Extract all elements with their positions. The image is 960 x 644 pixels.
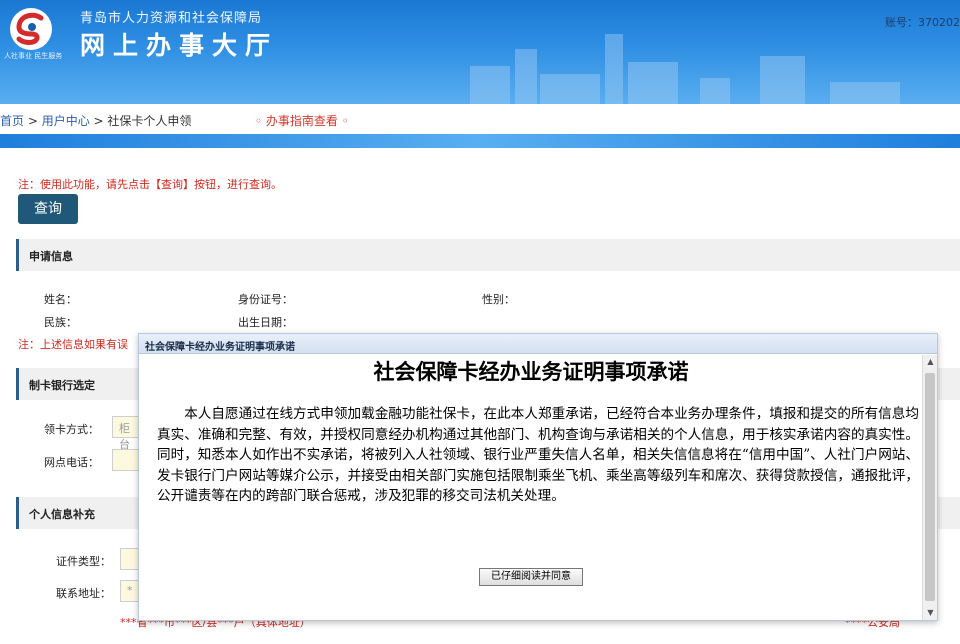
doc-type-label: 证件类型： xyxy=(56,555,111,568)
breadcrumb-home-link[interactable]: 首页 xyxy=(0,114,24,128)
section-title: 个人信息补充 xyxy=(29,508,95,521)
birth-date-label: 出生日期： xyxy=(238,316,293,329)
query-note: 注：使用此功能，请先点击【查询】按钮，进行查询。 xyxy=(18,178,282,191)
scroll-up-arrow-icon[interactable]: ▲ xyxy=(923,355,938,369)
info-error-note: 注：上述信息如果有误 xyxy=(18,338,128,351)
skyline-decoration xyxy=(540,74,600,104)
gender-label: 性别： xyxy=(482,293,515,306)
dialog-heading: 社会保障卡经办业务证明事项承诺 xyxy=(373,359,689,384)
breadcrumb-trail: 首页 > 用户中心 > 社保卡个人申领 xyxy=(0,112,191,129)
guide-link[interactable]: ◦ 办事指南查看 ◦ xyxy=(255,112,349,129)
section-title: 申请信息 xyxy=(29,250,73,263)
breadcrumb-separator: > xyxy=(89,114,108,128)
skyline-decoration xyxy=(830,82,900,104)
scrollbar-thumb[interactable] xyxy=(925,373,935,601)
commitment-dialog: 社会保障卡经办业务证明事项承诺 社会保障卡经办业务证明事项承诺 本人自愿通过在线… xyxy=(138,333,938,621)
commitment-text: 本人自愿通过在线方式申领加载金融功能社保卡，在此本人郑重承诺，已经符合本业务办理… xyxy=(157,406,919,504)
decorative-stripe xyxy=(0,134,960,148)
dialog-title: 社会保障卡经办业务证明事项承诺 xyxy=(145,342,295,353)
name-label: 姓名： xyxy=(44,293,77,306)
social-security-logo-icon xyxy=(10,8,52,50)
address-label: 联系地址： xyxy=(56,587,111,600)
skyline-decoration xyxy=(605,34,623,104)
skyline-decoration xyxy=(628,62,678,104)
card-method-label: 领卡方式： xyxy=(44,423,99,436)
agree-button[interactable]: 已仔细阅读并同意 xyxy=(479,568,583,586)
logo-caption: 人社事业 民生服务 xyxy=(4,52,63,60)
breadcrumb: 首页 > 用户中心 > 社保卡个人申领 ◦ 办事指南查看 ◦ xyxy=(0,104,960,134)
scroll-down-arrow-icon[interactable]: ▼ xyxy=(923,606,938,620)
breadcrumb-current: 社保卡个人申领 xyxy=(107,114,192,128)
skyline-decoration xyxy=(760,56,805,104)
site-header: 人社事业 民生服务 青岛市人力资源和社会保障局 网上办事大厅 账号：370202 xyxy=(0,0,960,104)
breadcrumb-user-center-link[interactable]: 用户中心 xyxy=(42,114,90,128)
id-number-label: 身份证号： xyxy=(238,293,293,306)
section-title: 制卡银行选定 xyxy=(29,379,95,392)
dialog-titlebar[interactable]: 社会保障卡经办业务证明事项承诺 xyxy=(139,334,937,354)
skyline-decoration xyxy=(700,78,730,104)
org-name: 青岛市人力资源和社会保障局 xyxy=(80,11,263,26)
ethnicity-label: 民族： xyxy=(44,316,77,329)
dialog-scrollbar[interactable]: ▲ ▼ xyxy=(922,355,937,620)
section-apply-info: 申请信息 xyxy=(16,239,960,271)
site-title: 网上办事大厅 xyxy=(80,31,279,60)
branch-phone-label: 网点电话： xyxy=(44,456,99,469)
account-number: 账号：370202 xyxy=(885,16,960,29)
skyline-decoration xyxy=(470,66,510,104)
breadcrumb-separator: > xyxy=(24,114,42,128)
skyline-decoration xyxy=(515,49,537,104)
query-button[interactable]: 查询 xyxy=(18,194,78,224)
